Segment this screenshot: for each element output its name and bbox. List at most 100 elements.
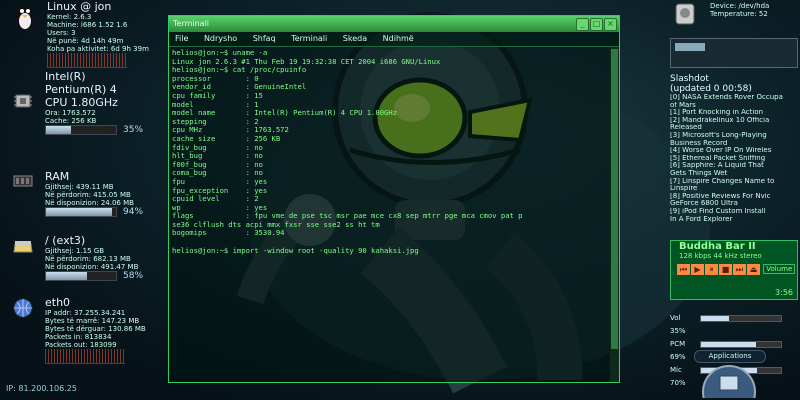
disk-free: Në disponizion: 491.47 MB bbox=[45, 263, 139, 271]
users: Users: 3 bbox=[47, 29, 76, 37]
news-item[interactable]: [3] Microsoft's Long-Playing bbox=[670, 132, 796, 140]
net-interface: eth0 bbox=[45, 296, 71, 309]
news-item[interactable]: [9] iPod Find Custom Install bbox=[670, 208, 796, 216]
cpu-name-line2: Pentium(R) 4 bbox=[45, 83, 117, 96]
stop-button[interactable]: ■ bbox=[719, 264, 732, 275]
menu-help[interactable]: Ndihmë bbox=[383, 34, 414, 43]
terminal-title-bar[interactable]: Terminali _ □ × bbox=[169, 16, 619, 32]
right-dock: Device: /dev/hda Temperature: 52 Slashdo… bbox=[664, 0, 800, 400]
pager-window-thumb[interactable] bbox=[675, 43, 705, 51]
disk-total: Gjithsej: 1.15 GB bbox=[45, 247, 105, 255]
news-item[interactable]: [8] Positive Reviews For Nvic bbox=[670, 193, 796, 201]
news-title: Slashdot bbox=[670, 74, 709, 84]
terminal-line: helios@jon:~$ import -window root -quali… bbox=[172, 245, 419, 255]
ram-module-icon bbox=[12, 172, 34, 190]
ram-pct: 94% bbox=[123, 207, 144, 217]
news-item[interactable]: [1] Port Knocking in Action bbox=[670, 109, 796, 117]
track-info: 128 kbps 44 kHz stereo bbox=[679, 252, 762, 260]
net-ip: IP addr: 37.255.34.241 bbox=[45, 309, 126, 317]
news-item[interactable]: [6] Sapphire: A Liquid That bbox=[670, 162, 796, 170]
ram-free: Në disponizion: 24.06 MB bbox=[45, 199, 134, 207]
hard-drive-icon bbox=[674, 2, 696, 26]
play-time: 3:56 bbox=[775, 288, 793, 297]
ram-total: Gjithsej: 439.11 MB bbox=[45, 183, 114, 191]
play-button[interactable]: ▶ bbox=[691, 264, 704, 275]
tux-penguin-icon bbox=[10, 2, 40, 30]
machine: Machine: i686 1.52 1.6 bbox=[47, 21, 128, 29]
cpu-name-line3: CPU 1.80GHz bbox=[45, 96, 118, 109]
uptime: Në punë: 4d 14h 49m bbox=[47, 37, 124, 45]
applications-button[interactable]: Applications bbox=[694, 350, 766, 363]
news-item[interactable]: [2] Mandrakelinux 10 Officia bbox=[670, 117, 796, 125]
eject-button[interactable]: ⏏ bbox=[747, 264, 760, 275]
terminal-scrollbar[interactable] bbox=[610, 47, 619, 382]
prev-button[interactable]: ⏮ bbox=[677, 264, 690, 275]
vol-slider[interactable] bbox=[700, 314, 782, 322]
next-button[interactable]: ⏭ bbox=[733, 264, 746, 275]
vol-label: Vol bbox=[670, 314, 681, 322]
news-item[interactable]: In A Ford Explorer bbox=[670, 216, 796, 224]
net-packets-out: Packets out: 183099 bbox=[45, 341, 117, 349]
news-item[interactable]: Gets Things Wet bbox=[670, 170, 796, 178]
hostname: Linux @ jon bbox=[47, 0, 112, 13]
terminal-title: Terminali bbox=[173, 19, 210, 28]
ip-status: IP: 81.200.106.25 bbox=[6, 384, 77, 393]
news-item[interactable]: [4] Worse Over IP On Wireles bbox=[670, 147, 796, 155]
pcm-slider[interactable] bbox=[700, 340, 782, 348]
temperature-label: Temperature: 52 bbox=[710, 10, 768, 18]
scrollbar-thumb[interactable] bbox=[611, 49, 618, 349]
load-graph bbox=[47, 53, 127, 68]
news-item[interactable]: Business Record bbox=[670, 140, 796, 148]
terminal-line: bogomips : 3530.94 bbox=[172, 228, 285, 238]
news-item[interactable]: GeForce 6800 Ultra bbox=[670, 200, 796, 208]
news-updated: (updated 0 00:58) bbox=[670, 84, 752, 94]
cpu-name-line1: Intel(R) bbox=[45, 70, 86, 83]
pcm-pct: 69% bbox=[670, 353, 686, 361]
mic-pct: 70% bbox=[670, 379, 686, 387]
track-title: Buddha Bar II bbox=[679, 241, 756, 252]
pause-button[interactable]: ⏸ bbox=[705, 264, 718, 275]
cpu-pct: 35% bbox=[123, 125, 144, 135]
device-label: Device: /dev/hda bbox=[710, 2, 770, 10]
terminal-window[interactable]: Terminali _ □ × File Ndrysho Shfaq Termi… bbox=[168, 15, 620, 383]
menu-edit[interactable]: Ndrysho bbox=[204, 34, 237, 43]
disk-used: Në përdorim: 682.13 MB bbox=[45, 255, 131, 263]
net-packets-in: Packets in: 813834 bbox=[45, 333, 112, 341]
ram-used: Në përdorim: 415.05 MB bbox=[45, 191, 131, 199]
menu-terminal[interactable]: Terminali bbox=[291, 34, 327, 43]
cpu-usage-bar bbox=[45, 125, 117, 135]
media-player[interactable]: Buddha Bar II 128 kbps 44 kHz stereo ⏮ ▶ ⏸… bbox=[670, 240, 798, 300]
sysinfo-panel: Linux @ jon Kernel: 2.6.3 Machine: i686 … bbox=[0, 0, 165, 380]
launcher-globe-icon[interactable] bbox=[694, 364, 764, 400]
kernel: Kernel: 2.6.3 bbox=[47, 13, 92, 21]
workspace-pager[interactable] bbox=[670, 38, 798, 68]
terminal-output[interactable]: helios@jon:~$ uname -a Linux jon 2.6.3 #1… bbox=[169, 47, 609, 382]
disk-title: / (ext3) bbox=[45, 234, 86, 247]
idle-time: Koha pa aktivitet: 6d 9h 39m bbox=[47, 45, 149, 53]
ram-usage-bar bbox=[45, 207, 117, 217]
close-button[interactable]: × bbox=[604, 18, 617, 31]
news-item[interactable]: of Mars bbox=[670, 102, 796, 110]
news-item[interactable]: Released bbox=[670, 124, 796, 132]
menu-tabs[interactable]: Skeda bbox=[343, 34, 367, 43]
news-ticker: Slashdot (updated 0 00:58) [0] NASA Exte… bbox=[670, 74, 796, 234]
pcm-label: PCM bbox=[670, 340, 686, 348]
net-tx: Bytes të dërguar: 130.86 MB bbox=[45, 325, 146, 333]
network-graph bbox=[45, 349, 125, 364]
news-item[interactable]: [7] Linspire Changes Name to bbox=[670, 178, 796, 186]
cpu-freq: Ora: 1763.572 bbox=[45, 109, 96, 117]
minimize-button[interactable]: _ bbox=[576, 18, 589, 31]
menu-view[interactable]: Shfaq bbox=[253, 34, 276, 43]
hard-disk-icon bbox=[12, 238, 34, 256]
cpu-chip-icon bbox=[12, 92, 34, 110]
disk-usage-bar bbox=[45, 271, 117, 281]
news-item[interactable]: [5] Ethereal Packet Sniffing bbox=[670, 155, 796, 163]
network-globe-icon bbox=[12, 298, 34, 318]
maximize-button[interactable]: □ bbox=[590, 18, 603, 31]
launcher-dock bbox=[694, 364, 764, 400]
news-item[interactable]: [0] NASA Extends Rover Occupa bbox=[670, 94, 796, 102]
news-item[interactable]: Linspire bbox=[670, 185, 796, 193]
volume-button[interactable]: Volume bbox=[763, 264, 796, 274]
disk-pct: 58% bbox=[123, 271, 144, 281]
menu-file[interactable]: File bbox=[175, 34, 188, 43]
